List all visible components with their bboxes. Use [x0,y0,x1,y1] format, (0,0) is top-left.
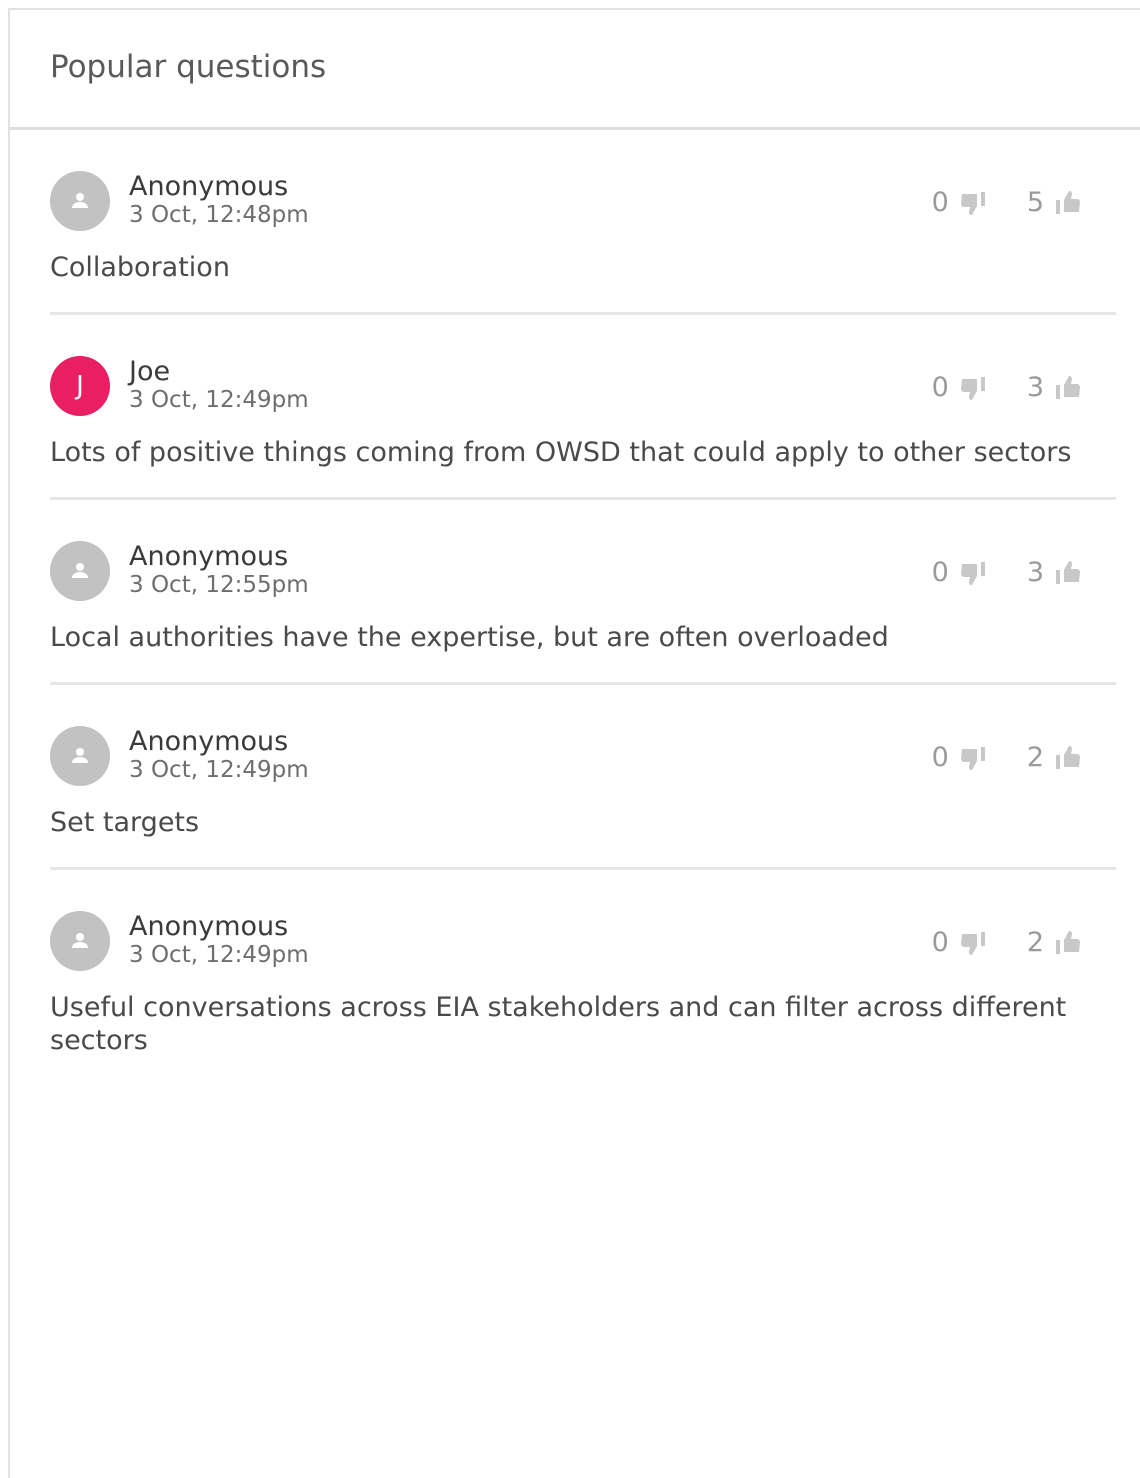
question-text: Useful conversations across EIA stakehol… [50,992,1067,1056]
thumbs-up-icon[interactable] [1054,929,1082,957]
vote-controls: 0 3 [932,557,1082,588]
panel-title: Popular questions [50,48,327,85]
upvote-count: 3 [1026,557,1044,588]
vote-controls: 0 2 [932,927,1082,958]
question-meta: Anonymous 3 Oct, 12:49pm [129,724,309,782]
downvote-button[interactable]: 0 [932,372,987,403]
upvote-button[interactable]: 3 [1027,372,1082,403]
timestamp: 3 Oct, 12:49pm [129,387,309,413]
question-meta: Anonymous 3 Oct, 12:49pm [129,909,309,967]
author-name: Anonymous [129,911,289,942]
user-icon [69,560,91,582]
downvote-count: 0 [931,742,949,773]
user-icon [69,930,91,952]
thumbs-down-icon[interactable] [959,929,987,957]
question-header: Anonymous 3 Oct, 12:49pm 0 2 [50,909,1116,973]
downvote-count: 0 [931,372,949,403]
avatar [50,541,110,601]
question-text: Lots of positive things coming from OWSD… [50,437,1072,468]
thumbs-down-icon[interactable] [959,744,987,772]
thumbs-up-icon[interactable] [1054,189,1082,217]
timestamp: 3 Oct, 12:48pm [129,202,309,228]
avatar [50,911,110,971]
upvote-button[interactable]: 2 [1027,742,1082,773]
author-name: Joe [129,356,171,387]
downvote-count: 0 [931,927,949,958]
downvote-button[interactable]: 0 [932,927,987,958]
author-name: Anonymous [129,171,289,202]
question-item: Anonymous 3 Oct, 12:55pm 0 3 Local autho… [50,500,1116,685]
question-header: Anonymous 3 Oct, 12:48pm 0 5 [50,169,1116,233]
thumbs-up-icon[interactable] [1054,744,1082,772]
downvote-button[interactable]: 0 [932,742,987,773]
panel-header: Popular questions [10,10,1140,130]
question-text: Collaboration [50,252,230,283]
thumbs-down-icon[interactable] [959,374,987,402]
downvote-button[interactable]: 0 [932,557,987,588]
downvote-count: 0 [931,187,949,218]
question-meta: Joe 3 Oct, 12:49pm [129,354,309,412]
author-name: Anonymous [129,726,289,757]
thumbs-up-icon[interactable] [1054,559,1082,587]
timestamp: 3 Oct, 12:55pm [129,572,309,598]
question-header: J Joe 3 Oct, 12:49pm 0 3 [50,354,1116,418]
question-text: Local authorities have the expertise, bu… [50,622,889,653]
avatar: J [50,356,110,416]
question-header: Anonymous 3 Oct, 12:49pm 0 2 [50,724,1116,788]
question-text: Set targets [50,807,200,838]
upvote-button[interactable]: 5 [1027,187,1082,218]
question-meta: Anonymous 3 Oct, 12:55pm [129,539,309,597]
upvote-count: 2 [1026,742,1044,773]
question-item: Anonymous 3 Oct, 12:49pm 0 2 [50,685,1116,870]
vote-controls: 0 2 [932,742,1082,773]
question-item: Anonymous 3 Oct, 12:49pm 0 2 [50,870,1116,1085]
popular-questions-panel: Popular questions Anonymous 3 Oct, 12:48… [8,8,1140,1478]
question-list: Anonymous 3 Oct, 12:48pm 0 5 Collaborati… [10,130,1140,1085]
upvote-count: 5 [1026,187,1044,218]
question-header: Anonymous 3 Oct, 12:55pm 0 3 [50,539,1116,603]
upvote-button[interactable]: 3 [1027,557,1082,588]
question-item: Anonymous 3 Oct, 12:48pm 0 5 Collaborati… [50,130,1116,315]
vote-controls: 0 3 [932,372,1082,403]
upvote-button[interactable]: 2 [1027,927,1082,958]
upvote-count: 3 [1026,372,1044,403]
user-icon [69,190,91,212]
timestamp: 3 Oct, 12:49pm [129,757,309,783]
question-item: J Joe 3 Oct, 12:49pm 0 3 Lots of positiv… [50,315,1116,500]
downvote-count: 0 [931,557,949,588]
downvote-button[interactable]: 0 [932,187,987,218]
avatar [50,171,110,231]
upvote-count: 2 [1026,927,1044,958]
question-meta: Anonymous 3 Oct, 12:48pm [129,169,309,227]
author-name: Anonymous [129,541,289,572]
avatar [50,726,110,786]
thumbs-down-icon[interactable] [959,559,987,587]
vote-controls: 0 5 [932,187,1082,218]
user-icon [69,745,91,767]
thumbs-down-icon[interactable] [959,189,987,217]
timestamp: 3 Oct, 12:49pm [129,942,309,968]
thumbs-up-icon[interactable] [1054,374,1082,402]
